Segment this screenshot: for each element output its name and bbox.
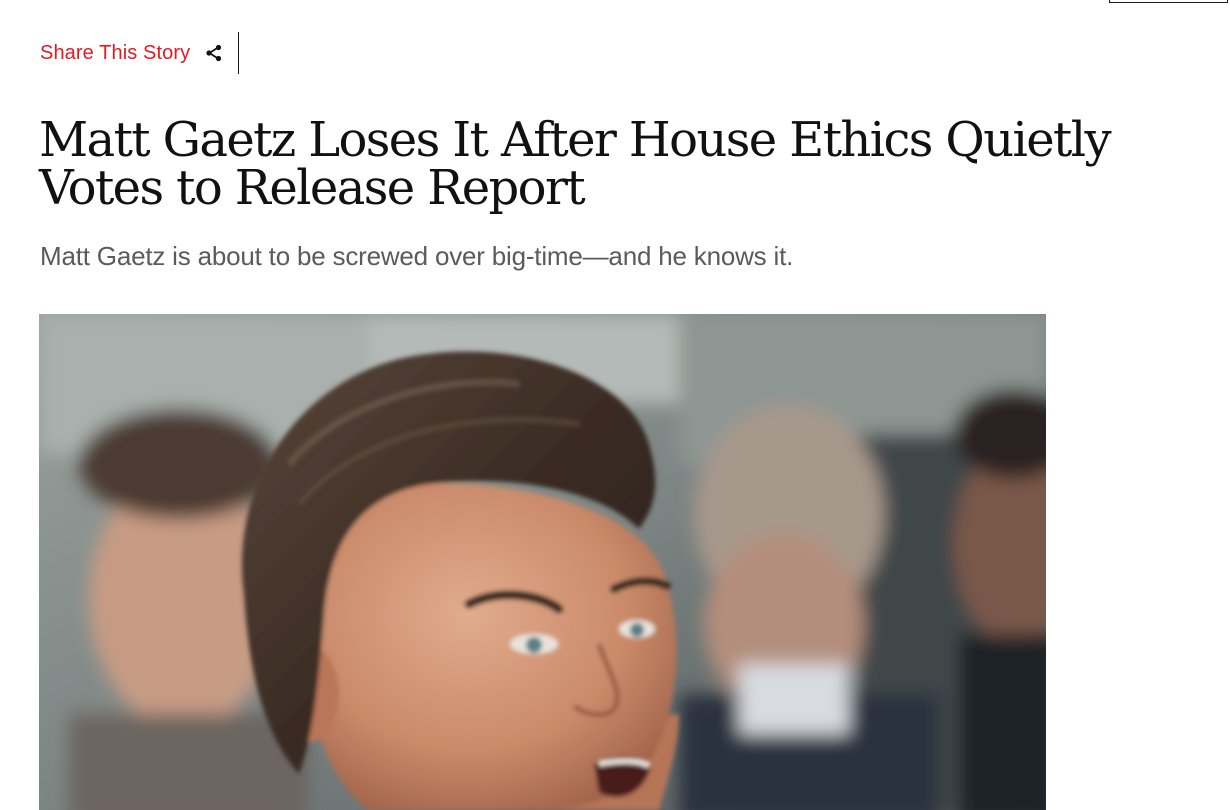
share-this-story-link[interactable]: Share This Story xyxy=(40,42,190,65)
article-dek: Matt Gaetz is about to be screwed over b… xyxy=(40,241,794,271)
hero-photo[interactable] xyxy=(39,314,1046,810)
share-icon[interactable] xyxy=(204,43,224,63)
article-page: Share This Story Matt Gaetz Loses It Aft… xyxy=(0,0,1230,810)
share-divider xyxy=(238,32,240,74)
share-bar: Share This Story xyxy=(40,32,240,74)
top-right-frame xyxy=(1109,0,1228,3)
article-headline: Matt Gaetz Loses It After House Ethics Q… xyxy=(39,112,1112,216)
hero-photo-illustration xyxy=(39,314,1046,810)
